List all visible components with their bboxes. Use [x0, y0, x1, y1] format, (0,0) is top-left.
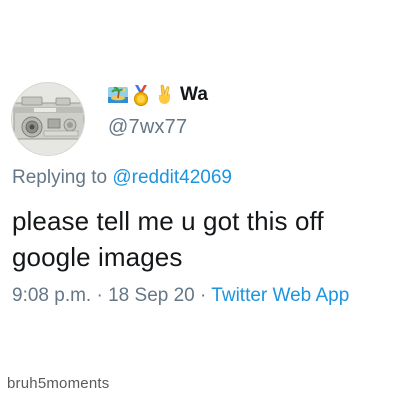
meta-separator: · [194, 285, 212, 306]
tweet-time[interactable]: 9:08 p.m. [12, 285, 91, 306]
tweet-text-line: please tell me u got this off [12, 206, 324, 236]
avatar[interactable] [11, 82, 85, 156]
medal-emoji-icon [134, 85, 148, 106]
replying-to-line: Replying to @reddit42069 [12, 167, 232, 189]
tweet-screenshot: Wa @7wx77 Replying to @reddit42069 pleas… [0, 0, 400, 400]
display-name[interactable]: Wa [180, 84, 208, 106]
tweet-meta: 9:08 p.m. · 18 Sep 20 · Twitter Web App [12, 285, 349, 307]
tweet-text: please tell me u got this off google ima… [12, 203, 392, 275]
tweet-date[interactable]: 18 Sep 20 [108, 285, 195, 306]
reply-mention-link[interactable]: @reddit42069 [112, 167, 232, 188]
replying-to-prefix: Replying to [12, 167, 113, 188]
user-handle[interactable]: @7wx77 [108, 116, 187, 139]
camera-photo-icon [12, 83, 84, 155]
tweet-text-line: google images [12, 242, 183, 272]
meta-separator: · [91, 285, 109, 306]
desert-island-emoji-icon [108, 86, 128, 103]
watermark: bruh5moments [7, 375, 110, 392]
crossed-fingers-emoji-icon [158, 84, 170, 104]
tweet-source-link[interactable]: Twitter Web App [211, 285, 349, 306]
display-name-row[interactable]: Wa [107, 80, 208, 110]
